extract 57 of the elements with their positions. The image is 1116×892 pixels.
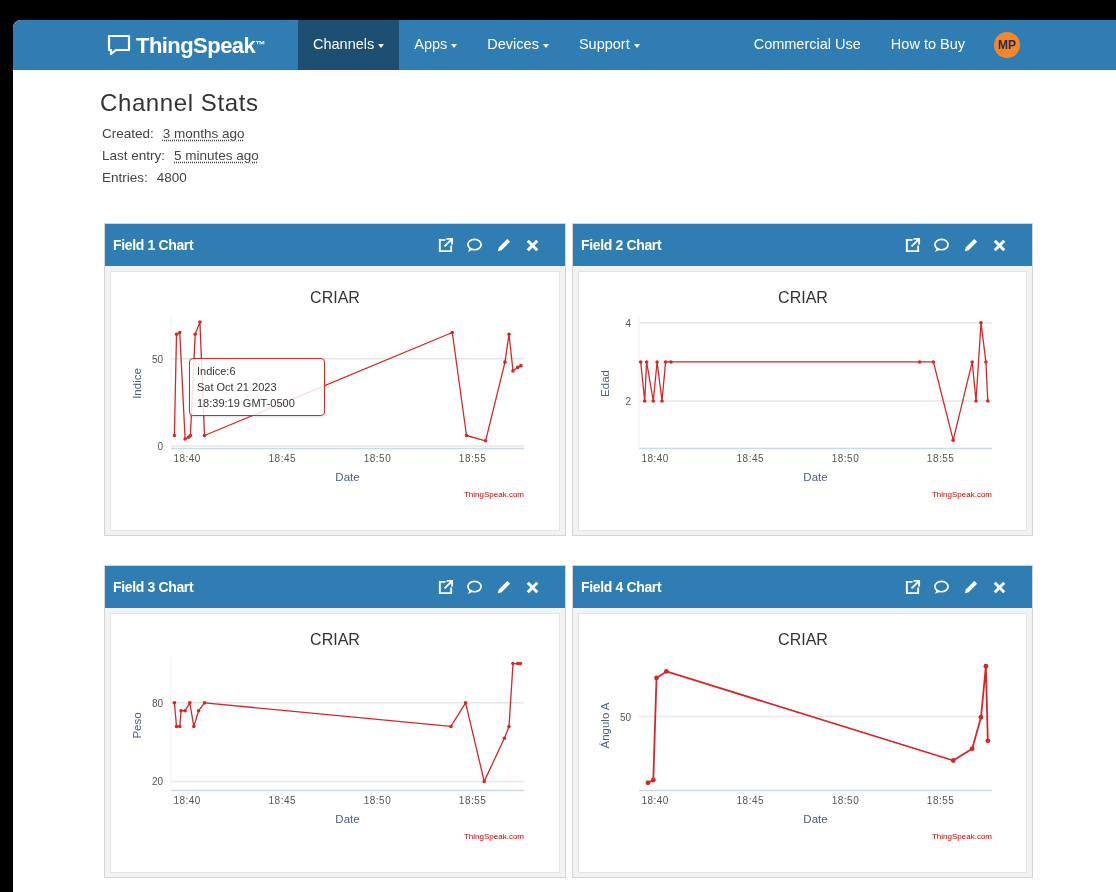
chart-title: CRIAR xyxy=(310,631,360,648)
chart-title: CRIAR xyxy=(310,289,360,306)
tooltip-text: 18:39:19 GMT-0500 xyxy=(197,396,296,411)
axis-tick-label: 18:40 xyxy=(641,453,669,464)
nav-link[interactable]: Commercial Use xyxy=(738,20,876,70)
axis-tick-label: 18:55 xyxy=(458,795,487,806)
axis-tick-label: 18:50 xyxy=(831,453,860,464)
axis-tick-label: 18:55 xyxy=(458,453,487,464)
axis-title: Edad xyxy=(599,370,611,397)
stat-label: Entries: xyxy=(102,169,148,187)
axis-tick-label: 2 xyxy=(625,396,631,408)
axis-tick-label: 18:40 xyxy=(173,453,201,464)
axis-title: Indice xyxy=(131,368,143,399)
panel-title: Field 2 Chart xyxy=(581,235,662,255)
panel-title: Field 4 Chart xyxy=(581,577,662,597)
axis-title: Date xyxy=(803,813,828,825)
axis-tick-label: 18:45 xyxy=(736,453,765,464)
tooltip-text: Sat Oct 21 2023 xyxy=(197,380,278,395)
axis-title: Date xyxy=(335,471,360,483)
axis-tick-label: 80 xyxy=(151,697,163,709)
stat-value: 3 months ago xyxy=(162,125,245,143)
nav-menu[interactable]: Support xyxy=(563,20,655,70)
stat-label: Last entry: xyxy=(102,147,166,165)
axis-title: Date xyxy=(335,813,360,825)
tooltip-text: Indice:6 xyxy=(197,364,237,379)
axis-tick-label: 18:40 xyxy=(641,795,669,806)
panel-title: Field 3 Chart xyxy=(113,577,194,597)
axis-tick-label: 4 xyxy=(625,317,631,329)
panel-title: Field 1 Chart xyxy=(113,235,194,255)
nav-link[interactable]: How to Buy xyxy=(875,20,980,70)
axis-tick-label: 18:50 xyxy=(831,795,860,806)
stat-value: 4800 xyxy=(156,169,187,187)
nav-menu[interactable]: Channels xyxy=(298,20,400,70)
chart-title: CRIAR xyxy=(778,631,828,648)
axis-tick-label: 18:40 xyxy=(173,795,201,806)
axis-tick-label: 18:55 xyxy=(926,453,955,464)
page-title: Channel Stats xyxy=(100,88,260,118)
axis-title: Peso xyxy=(131,712,143,739)
stat-label: Created: xyxy=(102,125,154,143)
axis-tick-label: 50 xyxy=(619,711,631,723)
axis-tick-label: 18:45 xyxy=(268,453,297,464)
axis-tick-label: 18:45 xyxy=(736,795,765,806)
axis-tick-label: 18:50 xyxy=(363,795,392,806)
user-avatar[interactable]: MP xyxy=(994,32,1020,58)
axis-tick-label: 18:50 xyxy=(363,453,392,464)
nav-menu[interactable]: Devices xyxy=(472,20,564,70)
axis-title: Date xyxy=(803,471,828,483)
nav-menu[interactable]: Apps xyxy=(399,20,473,70)
axis-tick-label: 18:55 xyxy=(926,795,955,806)
axis-tick-label: 50 xyxy=(151,353,163,365)
axis-tick-label: 20 xyxy=(151,776,163,788)
chart-title: CRIAR xyxy=(778,289,828,306)
logo-link[interactable]: ThingSpeak$^{™}$ xyxy=(136,28,265,62)
axis-title: Ángulo A xyxy=(599,702,611,749)
axis-tick-label: 18:45 xyxy=(268,795,297,806)
axis-tick-label: 0 xyxy=(157,441,163,452)
stat-value: 5 minutes ago xyxy=(174,147,259,165)
